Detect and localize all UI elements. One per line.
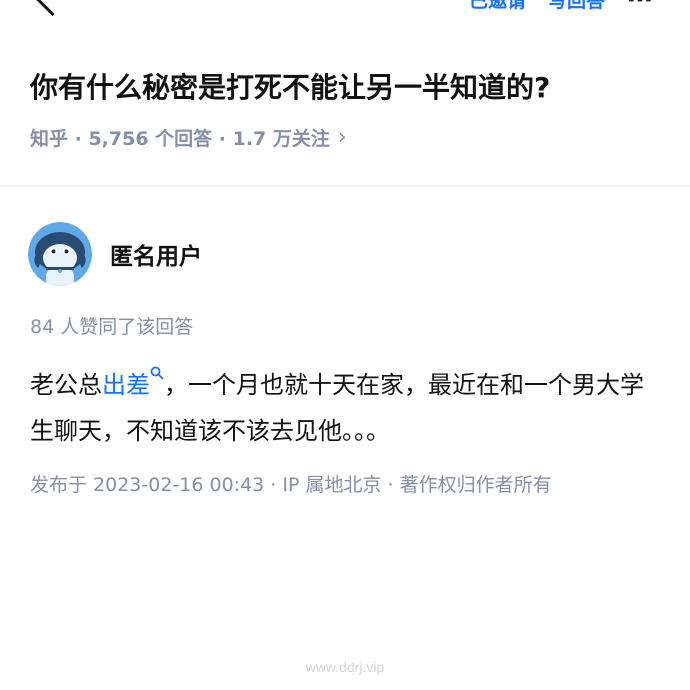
question-meta-text: 知乎 · 5,756 个回答 · 1.7 万关注	[30, 128, 330, 150]
search-link-label: 出差	[102, 371, 150, 399]
more-icon[interactable]: ⋯	[627, 0, 654, 13]
back-chevron-icon[interactable]	[34, 0, 71, 16]
author-row[interactable]: 匿名用户	[28, 222, 202, 286]
search-link[interactable]: 出差	[102, 366, 164, 399]
answer-text-before: 老公总	[30, 371, 102, 399]
vote-count: 84 人赞同了该回答	[30, 316, 194, 338]
question-title[interactable]: 你有什么秘密是打死不能让另一半知道的?	[30, 66, 550, 110]
answer-content: 老公总出差 ，一个月也就十天在家，最近在和一个男大学生聊天，不知道该不该去见他。。…	[30, 362, 650, 454]
invited-button[interactable]: 已邀请	[469, 0, 526, 13]
anonymous-avatar-icon[interactable]	[28, 222, 92, 286]
top-actions: 已邀请 写回答 ⋯	[469, 0, 654, 13]
chevron-right-icon: ›	[337, 125, 347, 150]
search-icon	[150, 366, 164, 380]
divider	[0, 185, 690, 187]
answer-publish-info: 发布于 2023-02-16 00:43 · IP 属地北京 · 著作权归作者所…	[30, 474, 552, 496]
watermark: www.ddrj.vip	[305, 659, 385, 675]
author-name[interactable]: 匿名用户	[110, 237, 202, 271]
question-meta[interactable]: 知乎 · 5,756 个回答 · 1.7 万关注 ›	[30, 124, 347, 151]
top-navigation-bar: 已邀请 写回答 ⋯	[0, 0, 690, 16]
write-answer-button[interactable]: 写回答	[548, 0, 605, 13]
